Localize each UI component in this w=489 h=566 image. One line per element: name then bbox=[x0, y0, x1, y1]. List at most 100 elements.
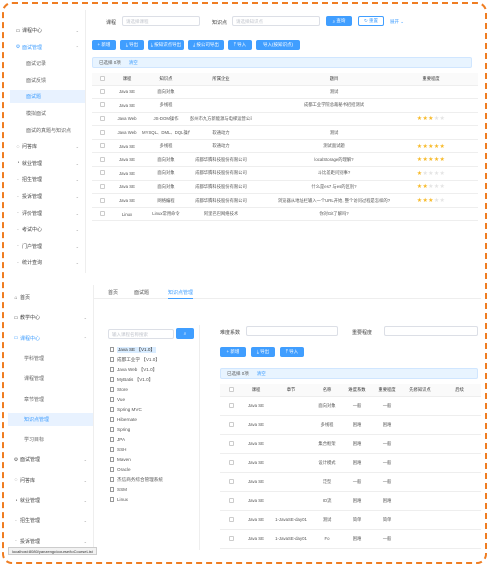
checkbox-icon[interactable] bbox=[228, 440, 234, 446]
toolbar-button[interactable]: ⤒ 导入 bbox=[228, 40, 252, 50]
tree-node[interactable]: 成都工业学 【V1.0】 bbox=[110, 355, 160, 365]
tree-node[interactable]: SSM bbox=[110, 485, 127, 495]
sidebar-item[interactable]: 面试记录 bbox=[10, 57, 85, 70]
sidebar-item[interactable]: ▭ 课程中心 ⌄ bbox=[10, 24, 85, 37]
sidebar-item[interactable]: 知识点管理 bbox=[8, 412, 93, 426]
tree-node[interactable]: MyBatis 【V1.0】 bbox=[110, 375, 153, 385]
sidebar-item[interactable]: · 招生管理 ⌄ bbox=[10, 173, 85, 186]
checkbox-icon[interactable] bbox=[228, 516, 234, 522]
sidebar-item[interactable]: 面试反馈 bbox=[10, 74, 85, 87]
sidebar-item[interactable]: · 门户管理 ⌄ bbox=[10, 240, 85, 253]
tree-node[interactable]: Vue bbox=[110, 395, 125, 405]
sidebar-item[interactable]: 学科管理 bbox=[8, 352, 93, 365]
sidebar-item[interactable]: 学习目标 bbox=[8, 433, 93, 446]
toolbar-button[interactable]: + 新增 bbox=[92, 40, 116, 50]
tree-node[interactable]: JPA bbox=[110, 435, 125, 445]
sidebar-item[interactable]: 面试的真题与知识点 bbox=[10, 124, 85, 137]
tree-node[interactable]: SSH bbox=[110, 445, 126, 455]
sidebar-item[interactable]: ◌ 问答库 ⌄ bbox=[10, 140, 85, 153]
checkbox-icon[interactable] bbox=[99, 75, 105, 81]
row-checkbox-cell[interactable] bbox=[92, 112, 112, 127]
row-checkbox-cell[interactable] bbox=[220, 434, 242, 454]
checkbox-icon[interactable] bbox=[99, 156, 105, 162]
point-select[interactable]: 请选择知识点 bbox=[232, 16, 320, 26]
tab-knowledge-point[interactable]: 知识点管理 bbox=[168, 289, 194, 299]
sidebar-item[interactable]: ⌂ 首页 bbox=[8, 291, 93, 304]
tree-node[interactable]: Java Web 【V1.0】 bbox=[110, 365, 157, 375]
row-checkbox-cell[interactable] bbox=[220, 396, 242, 416]
checkbox-icon[interactable] bbox=[99, 143, 105, 149]
tab-interview[interactable]: 面试题 bbox=[134, 289, 149, 296]
sidebar-item[interactable]: · 考试中心 ⌄ bbox=[10, 223, 85, 236]
row-checkbox-cell[interactable] bbox=[92, 125, 112, 140]
tree-node[interactable]: Hibernate bbox=[110, 415, 137, 425]
checkbox-icon[interactable] bbox=[228, 459, 234, 465]
sidebar-item[interactable]: 模拟面试 bbox=[10, 107, 85, 120]
checkbox-icon[interactable] bbox=[99, 183, 105, 189]
importance-select[interactable] bbox=[384, 326, 478, 336]
sidebar-item[interactable]: ◔ 就业管理 ⌄ bbox=[8, 494, 93, 507]
toolbar-button[interactable]: ⤓ 按知识点导出 bbox=[148, 40, 184, 50]
sidebar-item[interactable]: · 投诉管理 ⌄ bbox=[8, 535, 93, 548]
checkbox-icon[interactable] bbox=[99, 129, 105, 135]
tree-node[interactable]: Oracle bbox=[110, 465, 131, 475]
checkbox-icon[interactable] bbox=[99, 211, 105, 217]
toolbar-button[interactable]: ⤓ 导出 bbox=[120, 40, 144, 50]
checkbox-icon[interactable] bbox=[99, 102, 105, 108]
sidebar-item[interactable]: · 投诉管理 ⌄ bbox=[10, 190, 85, 203]
expand-link[interactable]: 展开 ⌄ bbox=[390, 19, 404, 25]
row-checkbox-cell[interactable] bbox=[92, 152, 112, 168]
sidebar-item[interactable]: 章节管理 bbox=[8, 393, 93, 406]
toolbar-button[interactable]: ⤓ 导出 bbox=[251, 347, 275, 357]
sidebar-item[interactable]: ▭ 课程中心 ⌃ bbox=[8, 332, 93, 345]
select-all-checkbox[interactable] bbox=[92, 73, 112, 86]
checkbox-icon[interactable] bbox=[228, 497, 234, 503]
checkbox-icon[interactable] bbox=[228, 402, 234, 408]
row-checkbox-cell[interactable] bbox=[92, 139, 112, 154]
tree-node[interactable]: Spring bbox=[110, 425, 130, 435]
reset-button[interactable]: ↻ 重置 bbox=[358, 16, 384, 26]
sidebar-item[interactable]: · 统计查询 ⌄ bbox=[10, 256, 85, 269]
row-checkbox-cell[interactable] bbox=[220, 529, 242, 549]
sidebar-item[interactable]: 面试题 bbox=[10, 90, 85, 104]
row-checkbox-cell[interactable] bbox=[92, 180, 112, 195]
course-select[interactable]: 请选择课程 bbox=[122, 16, 200, 26]
checkbox-icon[interactable] bbox=[228, 421, 234, 427]
row-checkbox-cell[interactable] bbox=[92, 207, 112, 222]
row-checkbox-cell[interactable] bbox=[220, 491, 242, 511]
checkbox-icon[interactable] bbox=[99, 197, 105, 203]
checkbox-icon[interactable] bbox=[228, 535, 234, 541]
sidebar-item[interactable]: ◌ 问答库 ⌄ bbox=[8, 474, 93, 487]
row-checkbox-cell[interactable] bbox=[220, 472, 242, 492]
toolbar-button[interactable]: ⤓ 按公司导出 bbox=[188, 40, 224, 50]
tree-node[interactable]: Maven bbox=[110, 455, 131, 465]
row-checkbox-cell[interactable] bbox=[92, 85, 112, 100]
checkbox-icon[interactable] bbox=[228, 478, 234, 484]
sidebar-item[interactable]: · 评价管理 ⌄ bbox=[10, 207, 85, 220]
tree-node[interactable]: Java SE 【V1.0】 bbox=[110, 345, 157, 355]
row-checkbox-cell[interactable] bbox=[92, 193, 112, 208]
tab-home[interactable]: 首页 bbox=[108, 289, 118, 296]
checkbox-icon[interactable] bbox=[228, 386, 234, 392]
checkbox-icon[interactable] bbox=[99, 115, 105, 121]
sidebar-item[interactable]: ▭ 教学中心 ⌄ bbox=[8, 311, 93, 324]
sidebar-item[interactable]: ◔ 就业管理 ⌄ bbox=[10, 157, 85, 170]
search-button[interactable]: ⌕ 查询 bbox=[326, 16, 352, 26]
toolbar-button[interactable]: + 新增 bbox=[220, 347, 246, 357]
clear-selection-link[interactable]: 清空 bbox=[129, 60, 138, 66]
sidebar-item[interactable]: ⚙ 面试管理 ⌄ bbox=[8, 453, 93, 466]
checkbox-icon[interactable] bbox=[99, 88, 105, 94]
select-all-checkbox[interactable] bbox=[220, 384, 242, 397]
tree-node[interactable]: 杰信商务综合管理系统 bbox=[110, 475, 163, 485]
clear-selection-link[interactable]: 清空 bbox=[257, 371, 266, 377]
tree-node[interactable]: Linux bbox=[110, 495, 128, 505]
row-checkbox-cell[interactable] bbox=[220, 453, 242, 473]
sidebar-item[interactable]: · 招生管理 ⌄ bbox=[8, 514, 93, 527]
row-checkbox-cell[interactable] bbox=[220, 510, 242, 530]
tree-node[interactable]: Store bbox=[110, 385, 128, 395]
row-checkbox-cell[interactable] bbox=[92, 98, 112, 113]
row-checkbox-cell[interactable] bbox=[92, 166, 112, 181]
toolbar-button[interactable]: ⤒ 导入 bbox=[280, 347, 304, 357]
toolbar-button[interactable]: 导入(按知识点) bbox=[256, 40, 300, 50]
tree-node[interactable]: Spring MVC bbox=[110, 405, 142, 415]
